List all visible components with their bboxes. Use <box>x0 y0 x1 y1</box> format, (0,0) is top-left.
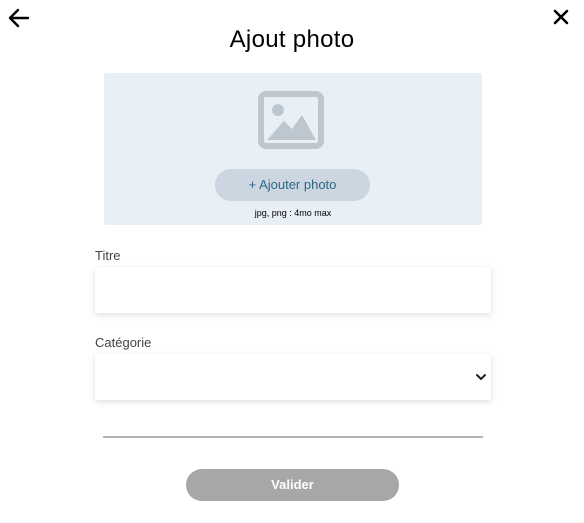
category-select[interactable] <box>95 354 491 400</box>
title-input[interactable] <box>95 267 491 313</box>
modal-title: Ajout photo <box>229 26 355 53</box>
add-photo-button[interactable]: + Ajouter photo <box>215 169 370 201</box>
title-label: Titre <box>95 248 121 263</box>
image-placeholder-icon <box>258 91 324 149</box>
photo-upload-zone[interactable]: + Ajouter photo jpg, png : 4mo max <box>104 73 482 225</box>
submit-button[interactable]: Valider <box>186 469 399 501</box>
close-icon <box>553 9 569 25</box>
category-label: Catégorie <box>95 335 152 350</box>
form-divider <box>103 436 483 438</box>
chevron-down-icon <box>476 374 486 380</box>
add-photo-modal: Ajout photo + Ajouter photo jpg, png : 4… <box>0 0 584 523</box>
close-button[interactable] <box>552 8 570 26</box>
upload-format-hint: jpg, png : 4mo max <box>254 208 332 218</box>
